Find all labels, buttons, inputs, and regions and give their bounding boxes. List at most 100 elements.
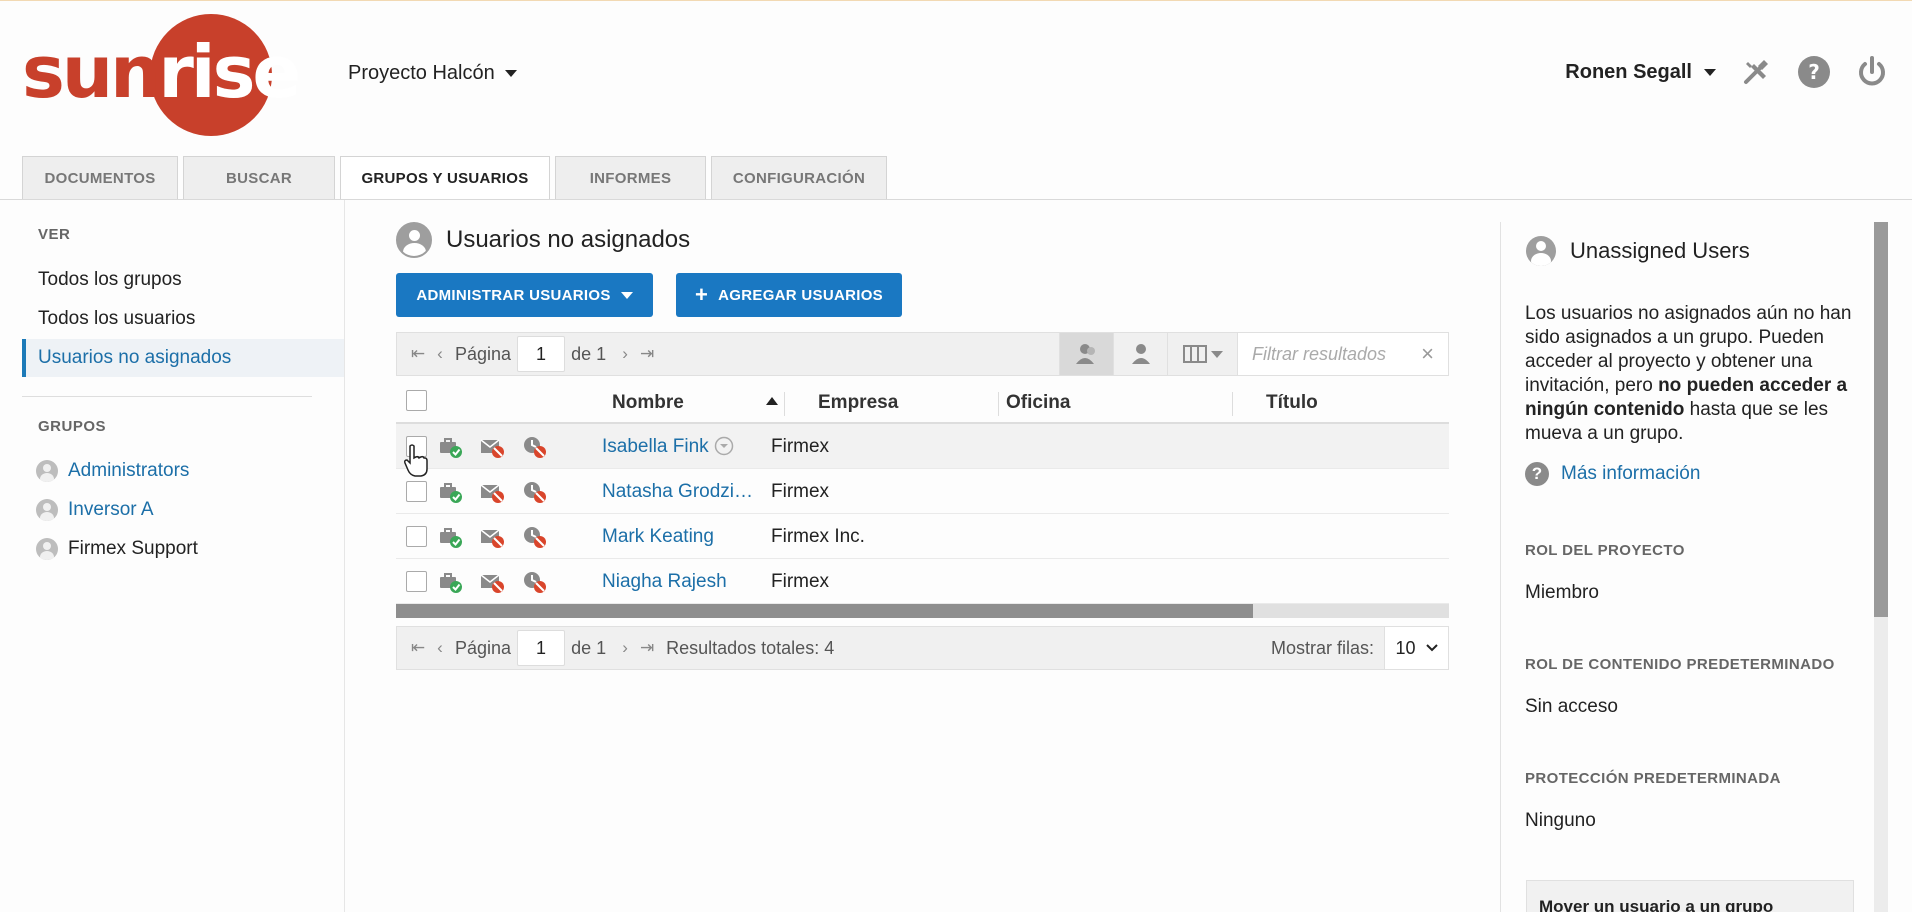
tab-documentos[interactable]: DOCUMENTOS	[22, 156, 178, 199]
row-options-icon[interactable]	[714, 436, 738, 460]
view-heading: VER	[38, 226, 71, 243]
page-number-input[interactable]: 1	[517, 336, 566, 372]
group-item-inversor-a[interactable]: Inversor A	[36, 499, 154, 521]
first-page-icon[interactable]: ⇤	[407, 638, 429, 658]
table-row[interactable]: Isabella Fink Firmex	[396, 424, 1449, 469]
first-page-icon[interactable]: ⇤	[407, 344, 429, 364]
briefcase-check-icon[interactable]	[438, 480, 462, 504]
total-results: Resultados totales: 4	[666, 637, 835, 658]
sunrise-logo[interactable]: sunrise	[22, 14, 301, 138]
column-header-office[interactable]: Oficina	[1006, 392, 1070, 414]
group-item-administrators[interactable]: Administrators	[36, 460, 189, 482]
briefcase-check-icon[interactable]	[438, 570, 462, 594]
company-cell: Firmex	[771, 570, 830, 592]
table-row[interactable]: Natasha Grodzi… Firmex	[396, 469, 1449, 514]
columns-icon[interactable]	[1167, 333, 1237, 375]
group-item-firmex-support[interactable]: Firmex Support	[36, 538, 198, 560]
chevron-down-icon	[1704, 68, 1716, 76]
column-header-name[interactable]: Nombre	[612, 392, 684, 414]
briefcase-check-icon[interactable]	[438, 435, 462, 459]
help-icon: ?	[1525, 462, 1549, 486]
email-blocked-icon[interactable]	[480, 570, 504, 594]
group-avatar-icon	[36, 460, 58, 482]
prev-page-icon[interactable]: ‹	[429, 638, 451, 658]
group-view-icon[interactable]	[1059, 333, 1113, 375]
project-name: Proyecto Halcón	[348, 62, 495, 84]
table-row[interactable]: Mark Keating Firmex Inc.	[396, 514, 1449, 559]
row-checkbox[interactable]	[406, 481, 427, 502]
rows-per-page-select[interactable]: 10	[1384, 627, 1448, 669]
group-label: Inversor A	[68, 499, 154, 520]
sidebar-item-all-users[interactable]: Todos los usuarios	[22, 300, 344, 338]
user-menu[interactable]: Ronen Segall	[1565, 61, 1716, 84]
group-label: Firmex Support	[68, 538, 198, 559]
user-name-link[interactable]: Natasha Grodzi…	[602, 469, 753, 514]
last-page-icon[interactable]: ⇥	[636, 638, 658, 658]
plus-icon: +	[695, 282, 709, 307]
column-header-company[interactable]: Empresa	[818, 392, 898, 414]
select-all-checkbox[interactable]	[406, 390, 427, 411]
page-number-input[interactable]: 1	[517, 630, 566, 666]
notification-blocked-icon[interactable]	[522, 480, 546, 504]
horizontal-scrollbar[interactable]	[396, 604, 1449, 618]
scrollbar-thumb[interactable]	[396, 604, 1253, 618]
tab-informes[interactable]: INFORMES	[555, 156, 706, 199]
filter-input[interactable]: Filtrar resultados ×	[1237, 333, 1448, 375]
power-icon[interactable]	[1854, 54, 1890, 90]
notification-blocked-icon[interactable]	[522, 570, 546, 594]
sidebar-item-all-groups[interactable]: Todos los grupos	[22, 261, 344, 299]
row-checkbox[interactable]	[406, 571, 427, 592]
group-avatar-icon	[36, 499, 58, 521]
manage-users-button[interactable]: ADMINISTRAR USUARIOS	[396, 273, 653, 317]
email-blocked-icon[interactable]	[480, 435, 504, 459]
last-page-icon[interactable]: ⇥	[636, 344, 658, 364]
filter-placeholder: Filtrar resultados	[1252, 343, 1387, 364]
chevron-down-icon	[620, 291, 633, 299]
sidebar-item-unassigned-users[interactable]: Usuarios no asignados	[22, 339, 344, 377]
main-tabs: DOCUMENTOS BUSCAR GRUPOS Y USUARIOS INFO…	[22, 156, 887, 200]
briefcase-check-icon[interactable]	[438, 525, 462, 549]
sort-ascending-icon[interactable]	[765, 392, 779, 414]
project-selector[interactable]: Proyecto Halcón	[348, 62, 517, 85]
add-users-label: AGREGAR USUARIOS	[718, 286, 883, 304]
help-icon[interactable]: ?	[1796, 54, 1832, 90]
page-label: Página	[455, 343, 512, 364]
table-row[interactable]: Niagha Rajesh Firmex	[396, 559, 1449, 604]
email-blocked-icon[interactable]	[480, 525, 504, 549]
tab-buscar[interactable]: BUSCAR	[183, 156, 335, 199]
prev-page-icon[interactable]: ‹	[429, 344, 451, 364]
column-header-title[interactable]: Título	[1266, 392, 1318, 414]
company-cell: Firmex Inc.	[771, 525, 865, 547]
notification-blocked-icon[interactable]	[522, 435, 546, 459]
tab-grupos-y-usuarios[interactable]: GRUPOS Y USUARIOS	[340, 156, 550, 200]
tab-configuracion[interactable]: CONFIGURACIÓN	[711, 156, 887, 199]
user-name-link[interactable]: Niagha Rajesh	[602, 559, 727, 604]
notification-blocked-icon[interactable]	[522, 525, 546, 549]
tools-icon[interactable]	[1738, 54, 1774, 90]
vertical-scrollbar[interactable]	[1874, 222, 1888, 912]
content-role-value: Sin acceso	[1525, 696, 1618, 717]
users-table-header: Nombre Empresa Oficina Título	[396, 384, 1449, 424]
content-role-heading: ROL DE CONTENIDO PREDETERMINADO	[1525, 656, 1835, 673]
user-name-link[interactable]: Isabella Fink	[602, 424, 709, 469]
top-border	[0, 0, 1912, 1]
user-avatar-icon	[396, 222, 432, 258]
company-cell: Firmex	[771, 480, 830, 502]
hand-cursor-icon	[404, 444, 428, 477]
protection-value: Ninguno	[1525, 810, 1596, 831]
next-page-icon[interactable]: ›	[614, 344, 636, 364]
close-icon[interactable]: ×	[1421, 341, 1434, 367]
info-panel-description: Los usuarios no asignados aún no han sid…	[1525, 303, 1852, 444]
svg-text:?: ?	[1808, 60, 1820, 84]
next-page-icon[interactable]: ›	[614, 638, 636, 658]
sidebar-divider-vertical	[344, 200, 345, 912]
single-user-view-icon[interactable]	[1113, 333, 1167, 375]
scrollbar-thumb[interactable]	[1874, 222, 1888, 617]
page-title: Usuarios no asignados	[396, 222, 690, 258]
add-users-button[interactable]: + AGREGAR USUARIOS	[676, 273, 902, 317]
email-blocked-icon[interactable]	[480, 480, 504, 504]
row-checkbox[interactable]	[406, 526, 427, 547]
tabs-divider	[0, 199, 1912, 200]
more-info-link[interactable]: ? Más información	[1525, 462, 1700, 486]
user-name-link[interactable]: Mark Keating	[602, 514, 714, 559]
